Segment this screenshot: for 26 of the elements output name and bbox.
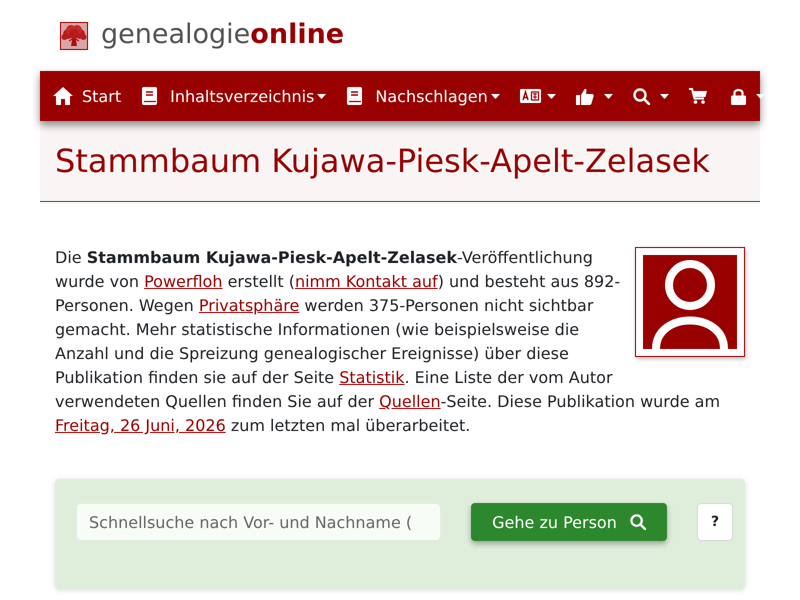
thumbs-up-icon (576, 88, 594, 104)
page-title: Stammbaum Kujawa-Piesk-Apelt-Zelasek (55, 143, 711, 180)
book-icon (142, 87, 158, 105)
help-button[interactable]: ? (697, 503, 733, 541)
cart-icon (688, 88, 707, 104)
person-silhouette-icon (643, 255, 737, 349)
text-link[interactable]: nimm Kontakt auf (294, 272, 438, 291)
nav-link[interactable]: Nachschlagen (336, 80, 510, 112)
language-icon (520, 89, 541, 103)
text-link[interactable]: Freitag, 26 Juni, 2026 (55, 416, 226, 435)
text-link[interactable]: Privatsphäre (198, 296, 300, 315)
search-icon (630, 514, 646, 530)
text-link[interactable]: Quellen (379, 392, 441, 411)
search-field[interactable]: Schnellsuche nach Vor- und Nachname ( (76, 503, 441, 541)
home-icon (53, 87, 73, 105)
search-icon (632, 88, 650, 104)
text-link[interactable]: Powerfloh (144, 272, 222, 291)
text-link[interactable]: Statistik (339, 368, 404, 387)
go-to-person-button[interactable]: Gehe zu Person (471, 503, 667, 541)
book-icon (347, 87, 362, 105)
lock-icon (730, 88, 746, 104)
tree-logo-icon[interactable] (60, 22, 88, 50)
nav-link[interactable]: Start (43, 80, 132, 112)
intro-text: verwendeten Quellen finden Sie auf der Quellen-Seite. Diese Publikation wurde am Freitag, 26 Juni, 2026 zum letzten mal überarbeitet. (55, 391, 722, 437)
nav-link[interactable]: Inhaltsverzeichnis (131, 80, 336, 112)
brand-name[interactable]: genealogieonline (101, 19, 344, 52)
